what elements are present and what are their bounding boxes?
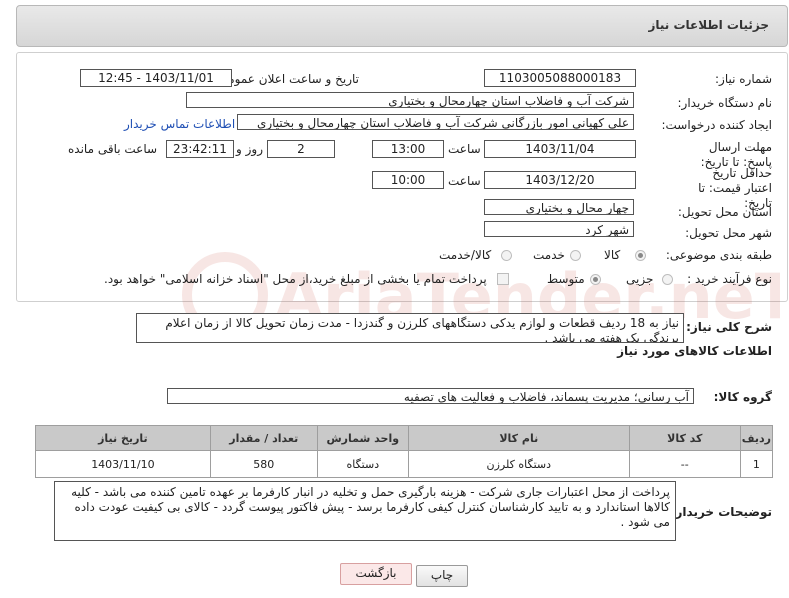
province-label: استان محل تحویل: (677, 205, 772, 219)
category-service-label: خدمت (533, 248, 565, 262)
goods-section-title: اطلاعات کالاهای مورد نیاز (617, 344, 772, 358)
city-field: شهر کرد (484, 221, 634, 237)
page-title: جزئیات اطلاعات نیاز (648, 18, 769, 32)
buyer-notes-field: پرداخت از محل اعتبارات جاری شرکت - هزینه… (54, 481, 676, 541)
category-label: طبقه بندی موضوعی: (665, 248, 772, 262)
goods-group-label: گروه کالا: (713, 390, 772, 404)
col-unit: واحد شمارش (316, 425, 409, 451)
time-remaining-field: 23:42:11 (166, 140, 234, 158)
cell-code: -- (628, 450, 741, 478)
table-header-row: ردیف کد کالا نام کالا واحد شمارش تعداد /… (35, 425, 774, 451)
goods-group-field: آب رسانی؛ مدیریت پسماند، فاضلاب و فعالیت… (167, 388, 694, 404)
creator-field: علی کهیانی امور بازرگانی شرکت آب و فاضلا… (237, 114, 634, 130)
cell-qty: 580 (209, 450, 318, 478)
process-medium-label: متوسط (547, 272, 585, 286)
goods-table: ردیف کد کالا نام کالا واحد شمارش تعداد /… (35, 425, 774, 478)
col-row: ردیف (739, 425, 774, 451)
buyer-contact-link[interactable]: اطلاعات تماس خریدار (124, 117, 235, 131)
back-button[interactable]: بازگشت (340, 563, 412, 585)
process-radio-minor[interactable] (662, 274, 673, 285)
deadline-time-field: 13:00 (372, 140, 444, 158)
buyer-notes-label: توضیحات خریدار: (670, 505, 772, 519)
col-name: نام کالا (407, 425, 630, 451)
col-code: کد کالا (628, 425, 741, 451)
category-goods-label: کالا (604, 248, 621, 262)
treasury-checkbox[interactable] (497, 273, 509, 285)
cell-name: دستگاه کلرزن (407, 450, 630, 478)
validity-time-label: ساعت (448, 174, 481, 188)
treasury-note: پرداخت تمام یا بخشی از مبلغ خرید،از محل … (104, 272, 487, 286)
validity-time-field: 10:00 (372, 171, 444, 189)
table-row: 1 -- دستگاه کلرزن دستگاه 580 1403/11/10 (35, 450, 774, 478)
category-radio-goods[interactable] (635, 250, 646, 261)
process-minor-label: جزیی (626, 272, 654, 286)
validity-date-field: 1403/12/20 (484, 171, 636, 189)
announce-label: تاریخ و ساعت اعلان عمومی: (214, 72, 359, 86)
need-number-label: شماره نیاز: (715, 72, 772, 86)
days-remaining-field: 2 (267, 140, 335, 158)
cell-row: 1 (739, 450, 774, 478)
deadline-time-label: ساعت (448, 142, 481, 156)
cell-date: 1403/11/10 (35, 450, 211, 478)
creator-label: ایجاد کننده درخواست: (661, 118, 772, 132)
category-radio-both[interactable] (501, 250, 512, 261)
need-number-field: 1103005088000183 (484, 69, 636, 87)
process-radio-medium[interactable] (590, 274, 601, 285)
city-label: شهر محل تحویل: (685, 226, 772, 240)
days-label: روز و (236, 142, 263, 156)
category-radio-service[interactable] (570, 250, 581, 261)
page-header: جزئیات اطلاعات نیاز (16, 5, 788, 47)
buyer-org-label: نام دستگاه خریدار: (677, 96, 773, 110)
process-label: نوع فرآیند خرید : (687, 272, 772, 286)
cell-unit: دستگاه (316, 450, 409, 478)
deadline-date-field: 1403/11/04 (484, 140, 636, 158)
category-both-label: کالا/خدمت (439, 248, 492, 262)
print-button[interactable]: چاپ (416, 565, 468, 587)
time-remaining-label: ساعت باقی مانده (68, 142, 158, 156)
col-date: تاریخ نیاز (35, 425, 211, 451)
announce-field: 1403/11/01 - 12:45 (80, 69, 232, 87)
buyer-org-field: شرکت آب و فاضلاب استان چهارمحال و بختیار… (186, 92, 634, 108)
description-label: شرح کلی نیاز: (686, 320, 772, 334)
description-field: نیاز به 18 ردیف قطعات و لوازم یدکی دستگا… (136, 313, 684, 343)
col-qty: تعداد / مقدار (209, 425, 318, 451)
province-field: چهار محال و بختیاری (484, 199, 634, 215)
